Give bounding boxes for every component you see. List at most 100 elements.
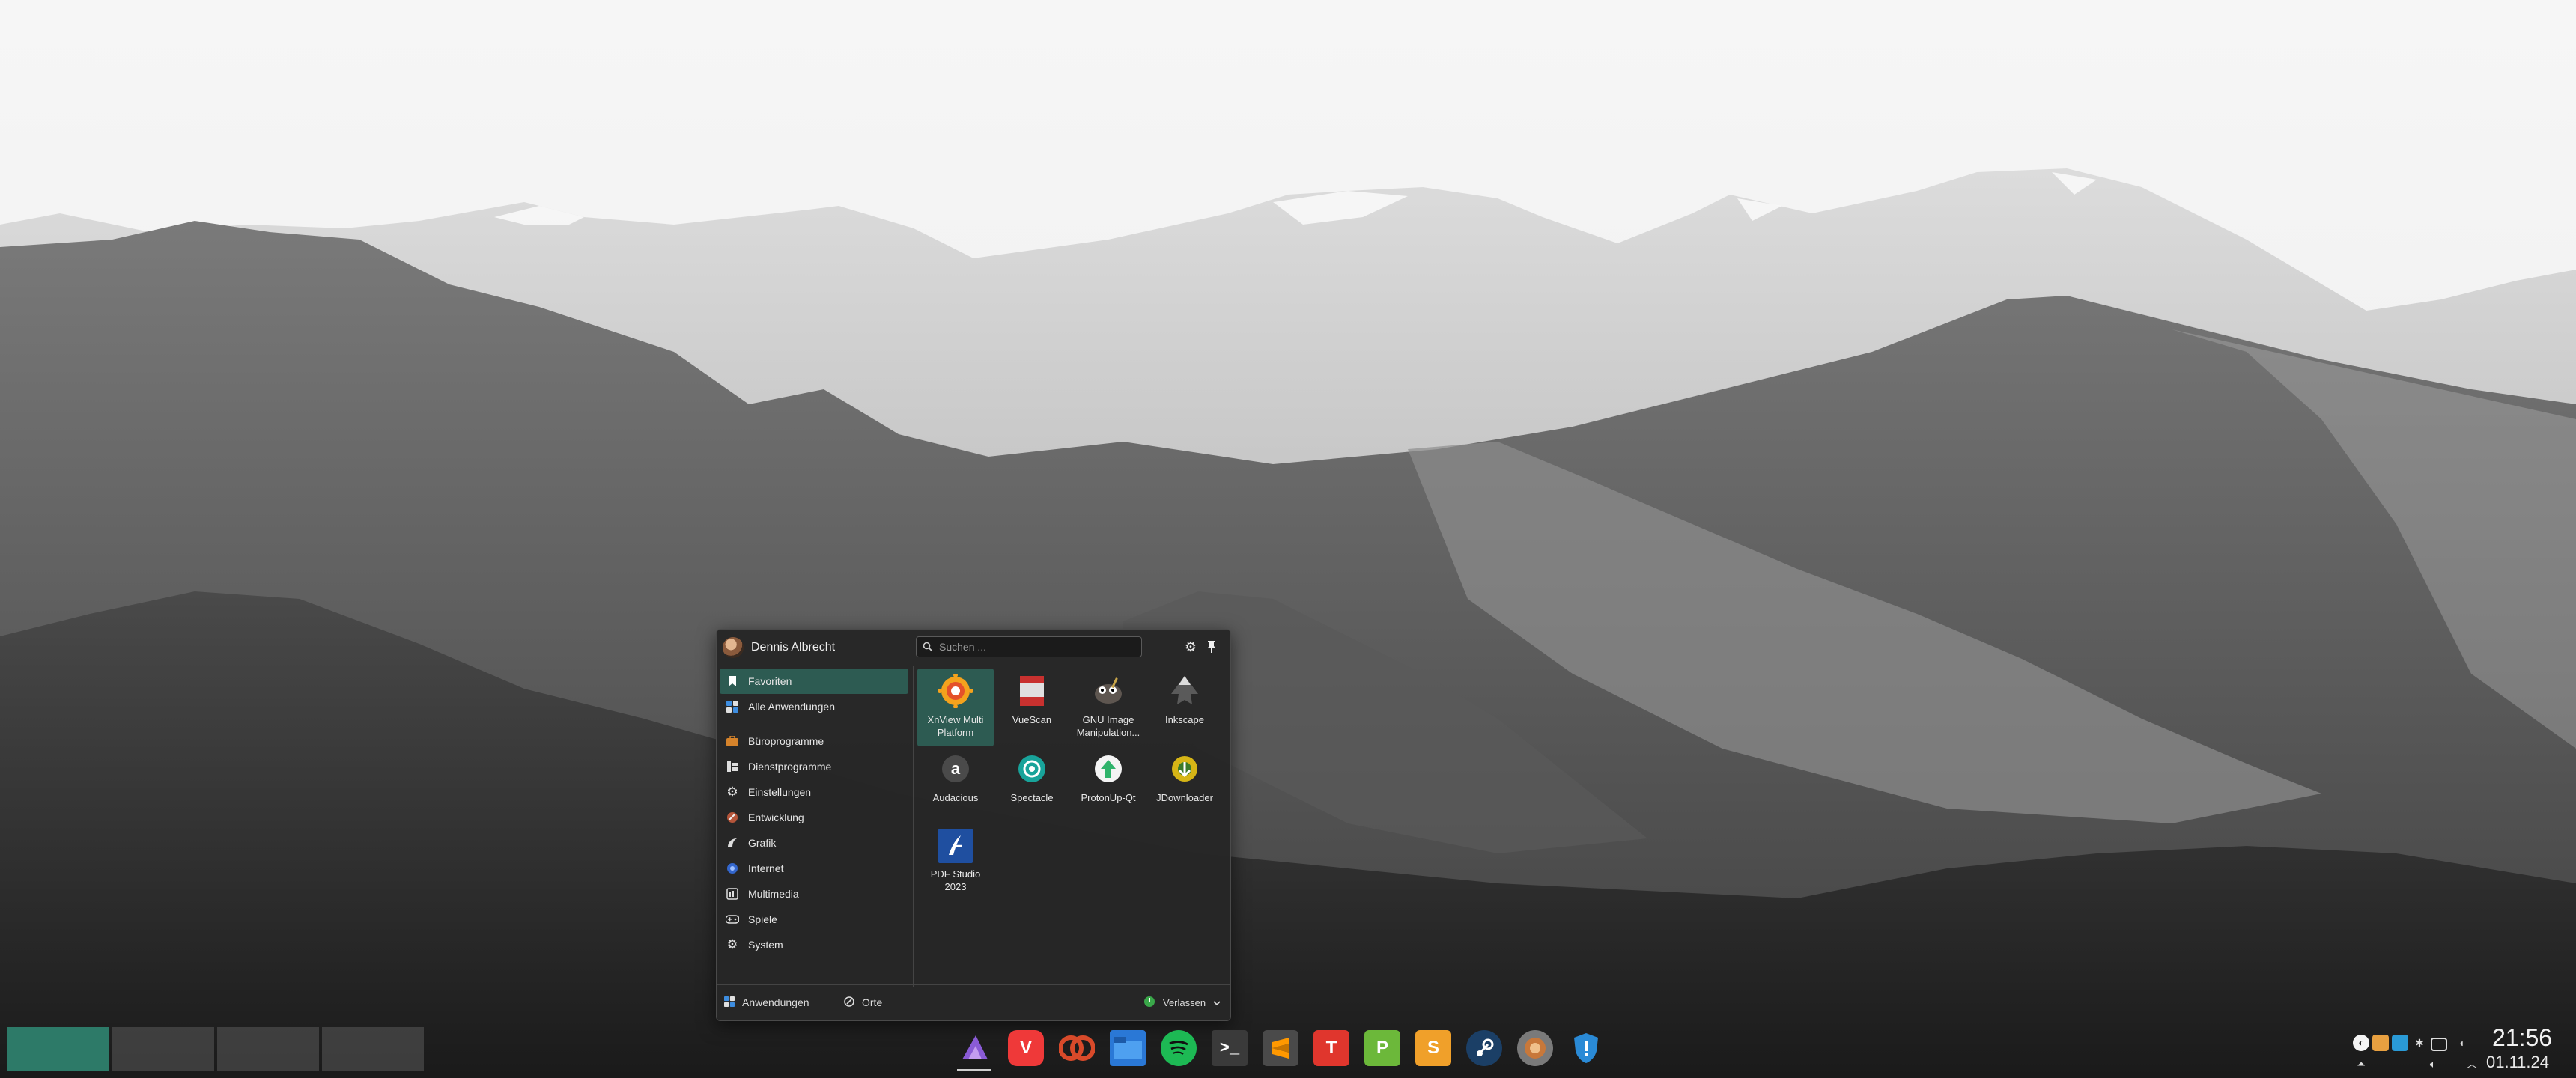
virtual-desktop-3[interactable] (217, 1027, 319, 1071)
clock-time[interactable]: 21:56 (2492, 1024, 2552, 1052)
gamepad-icon (726, 913, 739, 926)
steam-icon[interactable] (1466, 1030, 1502, 1066)
graphics-icon (726, 836, 739, 850)
app-label: ProtonUp-Qt (1081, 792, 1136, 803)
audacious-icon: a (938, 751, 973, 787)
file-manager-icon[interactable] (1110, 1030, 1146, 1066)
shield-icon[interactable] (1568, 1030, 1604, 1066)
tray-icon-5[interactable] (2431, 1038, 2447, 1051)
leave-label: Verlassen (1163, 996, 1206, 1008)
category-label: Einstellungen (748, 786, 812, 798)
virtual-desktop-4[interactable] (322, 1027, 424, 1071)
search-icon (923, 642, 933, 652)
vivaldi-icon[interactable]: V (1008, 1030, 1044, 1066)
kde-plasma-icon[interactable] (957, 1030, 993, 1066)
category-settings[interactable]: ⚙ Einstellungen (720, 779, 908, 805)
app-pdfstudio[interactable]: PDF Studio 2023 (917, 824, 994, 902)
category-system[interactable]: ⚙ System (720, 932, 908, 957)
app-generic-icon[interactable] (1517, 1030, 1553, 1066)
chevron-up-icon[interactable]: ︿ (2464, 1056, 2480, 1072)
virtual-desktop-1[interactable] (7, 1027, 109, 1071)
user-header: Dennis Albrecht (723, 637, 835, 658)
tray-icon-1[interactable]: ◐ (2353, 1035, 2369, 1051)
development-icon (726, 811, 739, 824)
tray-icon-2[interactable] (2372, 1035, 2389, 1051)
category-all-applications[interactable]: Alle Anwendungen (720, 694, 908, 719)
virtual-desktop-2[interactable] (112, 1027, 214, 1071)
category-utilities[interactable]: Dienstprogramme (720, 754, 908, 779)
jdownloader-icon (1167, 751, 1203, 787)
pdfstudio-icon (938, 829, 973, 863)
network-icon[interactable]: ⏶ (2353, 1056, 2369, 1072)
app-label: Audacious (932, 792, 979, 803)
tray-icon-3[interactable] (2392, 1035, 2408, 1051)
app-jdownloader[interactable]: JDownloader (1146, 746, 1223, 824)
presentations-icon[interactable]: S (1415, 1030, 1451, 1066)
app-audacious[interactable]: a Audacious (917, 746, 994, 824)
footer-places-tab[interactable]: Orte (844, 990, 882, 1014)
category-graphics[interactable]: Grafik (720, 830, 908, 856)
leave-button[interactable]: Verlassen (1143, 990, 1221, 1014)
category-multimedia[interactable]: Multimedia (720, 881, 908, 907)
chevron-down-icon (1213, 996, 1221, 1008)
desktop-wallpaper (0, 0, 2576, 1078)
avatar[interactable] (723, 637, 744, 658)
app-vuescan[interactable]: VueScan (994, 669, 1070, 746)
globe-icon (726, 862, 739, 875)
app-label: Inkscape (1164, 714, 1205, 725)
settings-gear-icon: ⚙ (726, 785, 738, 799)
category-label: Spiele (748, 913, 777, 925)
app-gimp[interactable]: GNU Image Manipulation... (1070, 669, 1146, 746)
davinci-resolve-icon[interactable] (1059, 1030, 1095, 1066)
pin-icon[interactable] (1203, 639, 1220, 655)
search-input[interactable] (938, 640, 1135, 654)
app-label: GNU Image Manipulation... (1076, 714, 1140, 738)
category-development[interactable]: Entwicklung (720, 805, 908, 830)
clock-date[interactable]: 01.11.24 (2486, 1053, 2549, 1072)
app-label: JDownloader (1156, 792, 1213, 803)
app-protonup[interactable]: ProtonUp-Qt (1070, 746, 1146, 824)
app-label: PDF Studio 2023 (930, 868, 981, 892)
configure-icon[interactable]: ⚙ (1182, 639, 1199, 655)
category-label: Favoriten (748, 675, 792, 687)
sublime-text-icon[interactable] (1263, 1030, 1298, 1066)
category-label: System (748, 939, 783, 951)
category-favorites[interactable]: Favoriten (720, 669, 908, 694)
category-office[interactable]: Büroprogramme (720, 728, 908, 754)
active-task-indicator (957, 1069, 991, 1071)
category-games[interactable]: Spiele (720, 907, 908, 932)
app-xnview[interactable]: XnView Multi Platform (917, 669, 994, 746)
category-label: Grafik (748, 837, 777, 849)
spotify-icon[interactable] (1161, 1030, 1197, 1066)
footer-applications-tab[interactable]: Anwendungen (724, 990, 809, 1014)
app-spectacle[interactable]: Spectacle (994, 746, 1070, 824)
volume-icon[interactable]: 🔈︎ (2425, 1056, 2441, 1072)
app-label: Spectacle (1010, 792, 1054, 803)
protonup-icon (1090, 751, 1126, 787)
search-box[interactable] (916, 636, 1142, 657)
utilities-icon (726, 760, 739, 773)
multimedia-icon (726, 887, 739, 901)
planmaker-icon[interactable]: P (1364, 1030, 1400, 1066)
places-icon (844, 996, 854, 1009)
app-inkscape[interactable]: Inkscape (1146, 669, 1223, 746)
category-label: Dienstprogramme (748, 761, 832, 773)
application-launcher: Dennis Albrecht ⚙ Favoriten Alle Anwendu… (716, 629, 1231, 1021)
tray-icon-6[interactable]: ◖ (2453, 1035, 2470, 1051)
footer-places-label: Orte (862, 996, 883, 1008)
all-apps-small-icon (724, 996, 735, 1009)
footer-applications-label: Anwendungen (742, 996, 809, 1008)
textmaker-icon[interactable]: T (1313, 1030, 1349, 1066)
terminal-icon[interactable]: >_ (1212, 1030, 1248, 1066)
xnview-icon (938, 673, 973, 709)
tray-icon-4[interactable]: ✱ (2411, 1035, 2428, 1051)
category-label: Entwicklung (748, 811, 804, 823)
category-label: Multimedia (748, 888, 799, 900)
category-internet[interactable]: Internet (720, 856, 908, 881)
gimp-icon (1090, 673, 1126, 709)
app-label: VueScan (1012, 714, 1052, 725)
category-list: Favoriten Alle Anwendungen Büroprogramme… (717, 669, 911, 957)
user-name: Dennis Albrecht (751, 641, 836, 654)
briefcase-icon (726, 734, 739, 748)
inkscape-icon (1167, 673, 1203, 709)
